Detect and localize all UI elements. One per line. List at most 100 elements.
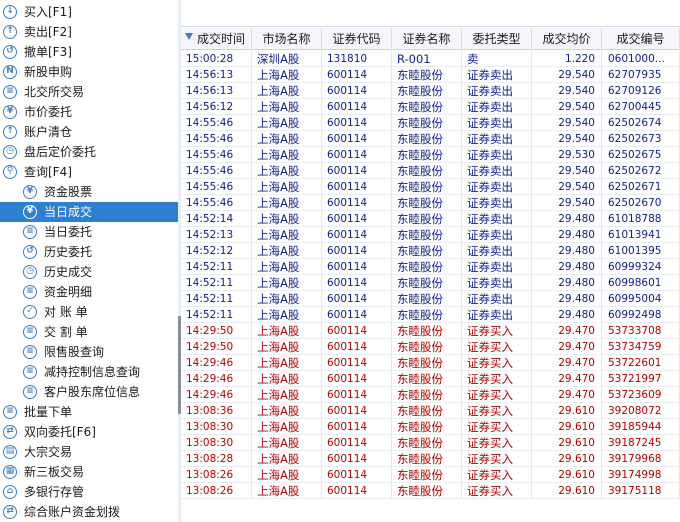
table-row[interactable]: 14:56:12 上海A股 600114 东睦股份 证券卖出 29.540 62700445 bbox=[181, 99, 680, 115]
table-row[interactable]: 14:29:46 上海A股 600114 东睦股份 证券买入 29.470 53721997 bbox=[181, 371, 680, 387]
cell-market: 上海A股 bbox=[252, 163, 322, 179]
table-row[interactable]: 13:08:36 上海A股 600114 东睦股份 证券买入 29.610 39208072 bbox=[181, 403, 680, 419]
table-row[interactable]: 14:52:12 上海A股 600114 东睦股份 证券卖出 29.480 61001395 bbox=[181, 243, 680, 259]
cell-market: 上海A股 bbox=[252, 387, 322, 403]
table-row[interactable]: 14:55:46 上海A股 600114 东睦股份 证券卖出 29.540 62502672 bbox=[181, 163, 680, 179]
cell-market: 上海A股 bbox=[252, 483, 322, 499]
sidebar-item-multi-bank[interactable]: ⌂ 多银行存管 bbox=[0, 482, 178, 502]
sidebar-item-delivery[interactable]: ≡ 交 割 单 bbox=[0, 322, 178, 342]
column-header-code[interactable]: 证券代码 bbox=[322, 28, 392, 50]
sidebar-item-label: 历史委托 bbox=[44, 245, 93, 259]
cell-order-type: 证券卖出 bbox=[462, 67, 532, 83]
cell-order-type: 证券买入 bbox=[462, 371, 532, 387]
cell-order-type: 证券卖出 bbox=[462, 307, 532, 323]
sidebar-item-today-orders[interactable]: ≡ 当日委托 bbox=[0, 222, 178, 242]
sidebar-item-funds-stocks[interactable]: ¥ 资金股票 bbox=[0, 182, 178, 202]
cell-name: 东睦股份 bbox=[392, 467, 462, 483]
table-row[interactable]: 14:52:13 上海A股 600114 东睦股份 证券卖出 29.480 61013941 bbox=[181, 227, 680, 243]
sidebar-item-sell[interactable]: ↑ 卖出[F2] bbox=[0, 22, 178, 42]
sidebar-item-after-hours[interactable]: ◷ 盘后定价委托 bbox=[0, 142, 178, 162]
table-row[interactable]: 14:55:46 上海A股 600114 东睦股份 证券卖出 29.540 62502671 bbox=[181, 179, 680, 195]
table-row[interactable]: 14:52:11 上海A股 600114 东睦股份 证券卖出 29.480 60995004 bbox=[181, 291, 680, 307]
cell-name: 东睦股份 bbox=[392, 195, 462, 211]
sidebar-item-neeq-trading[interactable]: ▦ 新三板交易 bbox=[0, 462, 178, 482]
cell-code: 600114 bbox=[322, 195, 392, 211]
table-row[interactable]: 14:55:46 上海A股 600114 东睦股份 证券卖出 29.530 62502675 bbox=[181, 147, 680, 163]
table-row[interactable]: 14:29:50 上海A股 600114 东睦股份 证券买入 29.470 53733708 bbox=[181, 323, 680, 339]
query-icon: ⚲ bbox=[3, 165, 17, 179]
cell-deal-time: 14:56:13 bbox=[181, 83, 252, 99]
cell-order-type: 证券买入 bbox=[462, 339, 532, 355]
sidebar-item-history-deals[interactable]: ◷ 历史成交 bbox=[0, 262, 178, 282]
table-row[interactable]: 14:55:46 上海A股 600114 东睦股份 证券卖出 29.540 62502674 bbox=[181, 115, 680, 131]
sidebar-item-buy[interactable]: ↓ 买入[F1] bbox=[0, 2, 178, 22]
cell-market: 上海A股 bbox=[252, 227, 322, 243]
neeq-trading-icon: ▦ bbox=[3, 465, 17, 479]
cell-name: 东睦股份 bbox=[392, 419, 462, 435]
table-row[interactable]: 14:29:46 上海A股 600114 东睦股份 证券买入 29.470 53722601 bbox=[181, 355, 680, 371]
column-header-deal-no[interactable]: 成交编号 bbox=[602, 28, 680, 50]
cell-name: 东睦股份 bbox=[392, 483, 462, 499]
table-row[interactable]: 13:08:30 上海A股 600114 东睦股份 证券买入 29.610 39187245 bbox=[181, 435, 680, 451]
table-row[interactable]: 14:52:14 上海A股 600114 东睦股份 证券卖出 29.480 61018788 bbox=[181, 211, 680, 227]
cell-avg-price: 29.470 bbox=[532, 355, 602, 371]
cell-deal-no: 62502672 bbox=[602, 163, 680, 179]
sidebar-item-liquidate[interactable]: ↑ 账户清仓 bbox=[0, 122, 178, 142]
cell-name: 东睦股份 bbox=[392, 339, 462, 355]
table-row[interactable]: 14:29:46 上海A股 600114 东睦股份 证券买入 29.470 53723609 bbox=[181, 387, 680, 403]
funds-stocks-icon: ¥ bbox=[23, 185, 37, 199]
table-row[interactable]: 14:52:11 上海A股 600114 东睦股份 证券卖出 29.480 60998601 bbox=[181, 275, 680, 291]
sidebar-item-shareholder-seat[interactable]: ≡ 客户股东席位信息 bbox=[0, 382, 178, 402]
cell-deal-time: 13:08:26 bbox=[181, 467, 252, 483]
sidebar-item-cancel-order[interactable]: ↺ 撤单[F3] bbox=[0, 42, 178, 62]
cell-deal-no: 39175118 bbox=[602, 483, 680, 499]
table-row[interactable]: 14:29:50 上海A股 600114 东睦股份 证券买入 29.470 53734759 bbox=[181, 339, 680, 355]
cell-avg-price: 29.540 bbox=[532, 67, 602, 83]
sidebar-item-block-trade[interactable]: ▤ 大宗交易 bbox=[0, 442, 178, 462]
sidebar-item-fund-transfer[interactable]: ⇄ 综合账户资金划拨 bbox=[0, 502, 178, 522]
table-row[interactable]: 14:56:13 上海A股 600114 东睦股份 证券卖出 29.540 62709126 bbox=[181, 83, 680, 99]
table-row[interactable]: 14:56:13 上海A股 600114 东睦股份 证券卖出 29.540 62707935 bbox=[181, 67, 680, 83]
cell-deal-time: 14:52:11 bbox=[181, 291, 252, 307]
delivery-icon: ≡ bbox=[23, 325, 37, 339]
cell-market: 上海A股 bbox=[252, 67, 322, 83]
cell-order-type: 证券买入 bbox=[462, 387, 532, 403]
cell-order-type: 证券买入 bbox=[462, 467, 532, 483]
sidebar-item-batch-order[interactable]: ≡ 批量下单 bbox=[0, 402, 178, 422]
cell-avg-price: 29.540 bbox=[532, 163, 602, 179]
sidebar-item-today-deals[interactable]: ¥ 当日成交 bbox=[0, 202, 178, 222]
sidebar-item-two-way-order[interactable]: ⇄ 双向委托[F6] bbox=[0, 422, 178, 442]
cell-market: 上海A股 bbox=[252, 115, 322, 131]
table-row[interactable]: 13:08:26 上海A股 600114 东睦股份 证券买入 29.610 39175118 bbox=[181, 483, 680, 499]
table-row[interactable]: 14:52:11 上海A股 600114 东睦股份 证券卖出 29.480 60992498 bbox=[181, 307, 680, 323]
column-header-order-type[interactable]: 委托类型 bbox=[462, 28, 532, 50]
sidebar-item-bse-trading[interactable]: ≡ 北交所交易 bbox=[0, 82, 178, 102]
table-row[interactable]: 13:08:26 上海A股 600114 东睦股份 证券买入 29.610 39174998 bbox=[181, 467, 680, 483]
sidebar-item-restricted-shares[interactable]: ≡ 限售股查询 bbox=[0, 342, 178, 362]
sidebar-item-query[interactable]: ⚲ 查询[F4] bbox=[0, 162, 178, 182]
sidebar-item-statement[interactable]: ✓ 对 账 单 bbox=[0, 302, 178, 322]
sidebar-item-new-ipo[interactable]: N 新股申购 bbox=[0, 62, 178, 82]
cell-deal-time: 14:55:46 bbox=[181, 147, 252, 163]
column-header-deal-time[interactable]: 成交时间 bbox=[181, 28, 252, 50]
cell-code: 131810 bbox=[322, 51, 392, 67]
sidebar-item-history-orders[interactable]: ↺ 历史委托 bbox=[0, 242, 178, 262]
column-header-avg-price[interactable]: 成交均价 bbox=[532, 28, 602, 50]
table-row[interactable]: 14:55:46 上海A股 600114 东睦股份 证券卖出 29.540 62502670 bbox=[181, 195, 680, 211]
table-row[interactable]: 13:08:28 上海A股 600114 东睦股份 证券买入 29.610 39179968 bbox=[181, 451, 680, 467]
sidebar-item-market-order[interactable]: ¥ 市价委托 bbox=[0, 102, 178, 122]
table-row[interactable]: 14:55:46 上海A股 600114 东睦股份 证券卖出 29.540 62502673 bbox=[181, 131, 680, 147]
cell-deal-time: 14:52:11 bbox=[181, 275, 252, 291]
column-header-market[interactable]: 市场名称 bbox=[252, 28, 322, 50]
cell-name: 东睦股份 bbox=[392, 83, 462, 99]
sidebar-item-label: 大宗交易 bbox=[24, 445, 73, 459]
sidebar-item-reduction-control[interactable]: ≡ 减持控制信息查询 bbox=[0, 362, 178, 382]
table-row[interactable]: 13:08:30 上海A股 600114 东睦股份 证券买入 29.610 39185944 bbox=[181, 419, 680, 435]
sidebar-item-fund-detail[interactable]: ≡ 资金明细 bbox=[0, 282, 178, 302]
table-row[interactable]: 15:00:28 深圳A股 131810 R-001 卖 1.220 0601000... bbox=[181, 51, 680, 67]
column-header-name[interactable]: 证券名称 bbox=[392, 28, 462, 50]
cell-code: 600114 bbox=[322, 259, 392, 275]
cell-code: 600114 bbox=[322, 211, 392, 227]
sort-desc-icon bbox=[185, 33, 193, 40]
table-row[interactable]: 14:52:11 上海A股 600114 东睦股份 证券卖出 29.480 60999324 bbox=[181, 259, 680, 275]
